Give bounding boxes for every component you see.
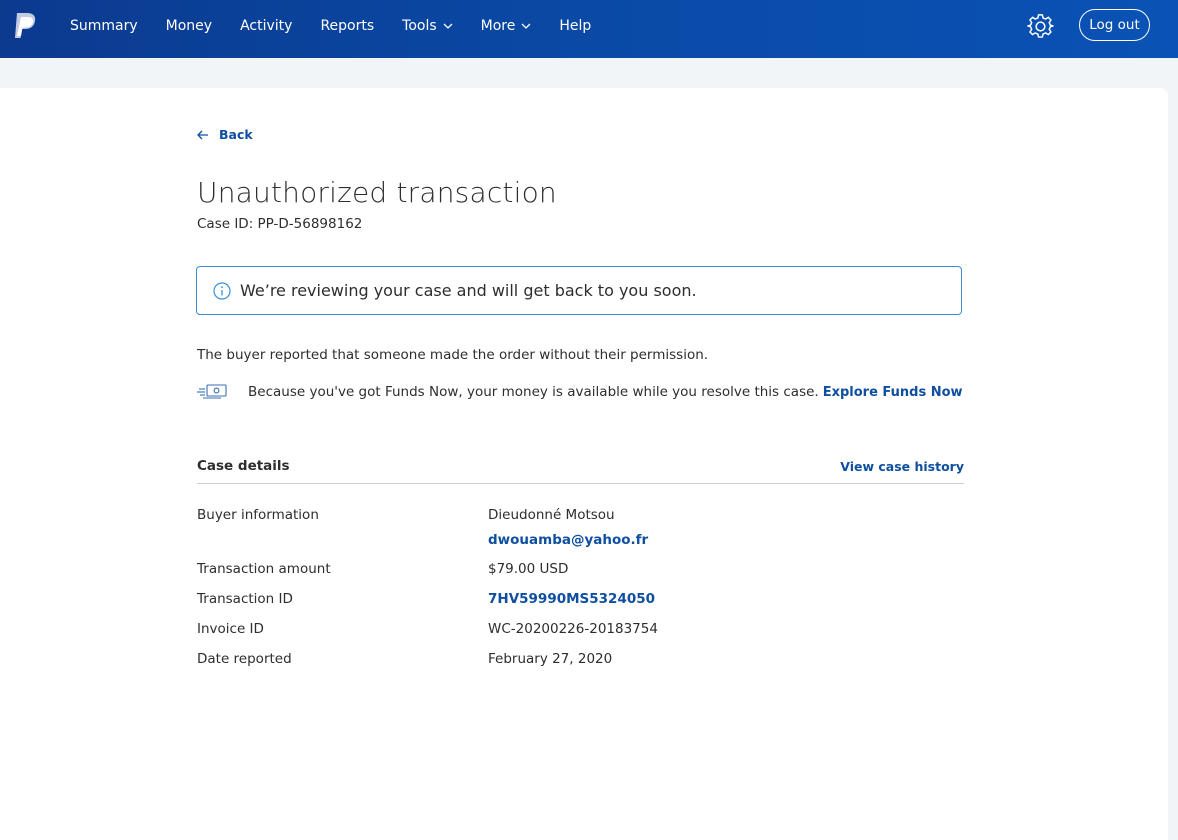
case-id: Case ID: PP-D-56898162 xyxy=(197,216,363,232)
nav-activity[interactable]: Activity xyxy=(240,18,292,34)
case-details-heading: Case details xyxy=(197,458,290,474)
back-label: Back xyxy=(219,127,253,142)
nav-help-label: Help xyxy=(559,18,592,34)
nav-summary[interactable]: Summary xyxy=(70,18,138,34)
nav-more[interactable]: More xyxy=(481,18,532,34)
nav-money[interactable]: Money xyxy=(166,18,212,34)
top-navigation-bar: Summary Money Activity Reports Tools Mor… xyxy=(0,0,1178,58)
nav-money-label: Money xyxy=(165,18,213,34)
view-case-history-link[interactable]: View case history xyxy=(840,459,964,474)
buyer-name: Dieudonné Motsou xyxy=(488,507,615,523)
invoice-id-label: Invoice ID xyxy=(197,621,264,637)
logout-label: Log out xyxy=(1089,17,1140,33)
cash-icon xyxy=(197,384,227,399)
nav-reports-label: Reports xyxy=(320,18,375,34)
nav-help[interactable]: Help xyxy=(559,18,591,34)
main-nav: Summary Money Activity Reports Tools Mor… xyxy=(56,0,605,52)
date-reported-label: Date reported xyxy=(197,651,292,667)
funds-text: Because you've got Funds Now, your money… xyxy=(248,384,819,400)
transaction-amount-label: Transaction amount xyxy=(197,561,331,577)
page-title: Unauthorized transaction xyxy=(197,176,557,209)
status-alert: We’re reviewing your case and will get b… xyxy=(196,266,962,315)
funds-now-notice: Because you've got Funds Now, your money… xyxy=(197,383,963,401)
nav-activity-label: Activity xyxy=(240,18,293,34)
case-description: The buyer reported that someone made the… xyxy=(197,347,709,363)
arrow-left-icon xyxy=(197,130,208,139)
buyer-email-link[interactable]: dwouamba@yahoo.fr xyxy=(488,532,648,548)
chevron-down-icon xyxy=(521,23,531,29)
case-details-header: Case details View case history xyxy=(197,455,964,484)
transaction-id-link[interactable]: 7HV59990MS5324050 xyxy=(488,591,655,607)
nav-tools[interactable]: Tools xyxy=(402,18,453,34)
info-icon xyxy=(213,281,231,300)
back-link[interactable]: Back xyxy=(197,127,253,142)
nav-reports[interactable]: Reports xyxy=(320,18,374,34)
gear-icon[interactable] xyxy=(1027,13,1054,40)
nav-tools-label: Tools xyxy=(402,18,437,34)
transaction-id-label: Transaction ID xyxy=(197,591,293,607)
buyer-info-label: Buyer information xyxy=(197,507,319,523)
explore-funds-now-link[interactable]: Explore Funds Now xyxy=(823,385,963,400)
chevron-down-icon xyxy=(443,23,453,29)
transaction-amount-value: $79.00 USD xyxy=(488,561,569,577)
logout-button[interactable]: Log out xyxy=(1079,9,1150,41)
date-reported-value: February 27, 2020 xyxy=(488,651,613,667)
paypal-logo-icon[interactable] xyxy=(12,11,38,41)
alert-text: We’re reviewing your case and will get b… xyxy=(240,281,697,300)
nav-more-label: More xyxy=(480,18,516,34)
nav-summary-label: Summary xyxy=(70,18,138,34)
invoice-id-value: WC-20200226-20183754 xyxy=(488,621,658,637)
